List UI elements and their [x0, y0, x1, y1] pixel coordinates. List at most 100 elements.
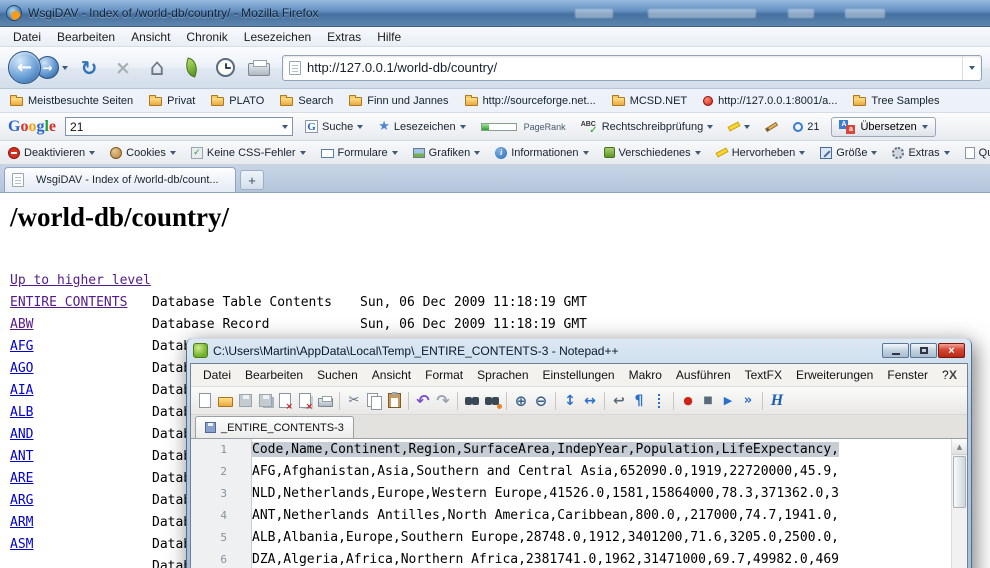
undo-icon[interactable]: ↶	[414, 392, 432, 410]
npp-menu-suchen[interactable]: Suchen	[311, 366, 364, 384]
webdev-hervorheben[interactable]: Hervorheben	[716, 147, 806, 159]
entry-link[interactable]: ABW	[10, 317, 33, 332]
save-all-icon[interactable]	[256, 392, 274, 410]
webdev-deaktivieren[interactable]: Deaktivieren	[8, 147, 95, 159]
close-button[interactable]: ×	[938, 343, 965, 358]
cut-icon[interactable]: ✂	[345, 392, 363, 410]
highlighter-button[interactable]	[725, 122, 753, 131]
npp-menu-sprachen[interactable]: Sprachen	[471, 366, 534, 384]
webdev-cookies[interactable]: Cookies	[110, 147, 176, 159]
close-file-icon[interactable]	[276, 392, 294, 410]
entry-link[interactable]: AND	[10, 427, 33, 442]
tab-wsgidav[interactable]: WsgiDAV - Index of /world-db/count...	[4, 167, 236, 192]
menu-lesezeichen[interactable]: Lesezeichen	[237, 28, 318, 46]
npp-menu-textfx[interactable]: TextFX	[739, 366, 788, 384]
npp-menu-ansicht[interactable]: Ansicht	[366, 366, 417, 384]
play-macro-icon[interactable]: ▶	[719, 392, 737, 410]
webdev-extras[interactable]: Extras	[892, 147, 949, 159]
print-icon[interactable]	[316, 392, 334, 410]
bookmark-tree-samples[interactable]: Tree Samples	[853, 95, 939, 107]
npp-menu-makro[interactable]: Makro	[623, 366, 668, 384]
google-search-value[interactable]: 21	[70, 120, 282, 134]
sync-horizontal-scroll-icon[interactable]: ↔	[581, 392, 599, 410]
pagerank-widget[interactable]: PageRank	[478, 120, 569, 134]
firefox-titlebar[interactable]: WsgiDAV - Index of /world-db/country/ - …	[0, 0, 990, 27]
npp-menu-einstellungen[interactable]: Einstellungen	[537, 366, 621, 384]
webdev-grafiken[interactable]: Grafiken	[413, 147, 481, 159]
webdev-quelltext[interactable]: Quelltext	[965, 147, 990, 159]
google-bookmarks-button[interactable]: ★Lesezeichen	[375, 117, 468, 136]
bookmark-sourceforge[interactable]: http://sourceforge.net...	[465, 95, 596, 107]
bookmark-search[interactable]: Search	[280, 95, 333, 107]
menu-extras[interactable]: Extras	[320, 28, 368, 46]
npp-menu-erweiterungen[interactable]: Erweiterungen	[790, 366, 879, 384]
menu-chronik[interactable]: Chronik	[179, 28, 234, 46]
notepad-editor[interactable]: 1Code,Name,Continent,Region,SurfaceArea,…	[191, 439, 967, 568]
menu-hilfe[interactable]: Hilfe	[370, 28, 408, 46]
entry-link[interactable]: ENTIRE CONTENTS	[10, 295, 127, 310]
search-dropdown-icon[interactable]	[282, 125, 288, 129]
webdev-groesse[interactable]: Größe	[820, 147, 877, 159]
find-icon[interactable]	[463, 392, 481, 410]
up-to-higher-level-link[interactable]: Up to higher level	[10, 273, 151, 288]
entry-link[interactable]: ALB	[10, 405, 33, 420]
spellcheck-button[interactable]: ABC✓Rechtschreibprüfung	[578, 118, 717, 136]
history-dropdown-icon[interactable]	[62, 66, 68, 70]
maximize-button[interactable]	[910, 343, 937, 358]
zoom-out-icon[interactable]: ⊖	[532, 392, 550, 410]
reload-button[interactable]: ↻	[76, 55, 102, 81]
webdev-informationen[interactable]: iInformationen	[495, 147, 588, 159]
minimize-button[interactable]	[882, 343, 909, 358]
npp-menu-ausfuehren[interactable]: Ausführen	[670, 366, 737, 384]
notepad-titlebar[interactable]: C:\Users\Martin\AppData\Local\Temp\_ENTI…	[190, 338, 968, 363]
google-search-box[interactable]: 21	[65, 117, 293, 136]
history-clock-button[interactable]	[212, 55, 238, 81]
npp-menu-bearbeiten[interactable]: Bearbeiten	[239, 366, 309, 384]
webdev-formulare[interactable]: Formulare	[321, 147, 398, 159]
autofill-pencil-button[interactable]	[762, 123, 781, 131]
record-macro-icon[interactable]: ●	[679, 392, 697, 410]
word-wrap-icon[interactable]: ↩	[610, 392, 628, 410]
paste-icon[interactable]	[385, 392, 403, 410]
menu-ansicht[interactable]: Ansicht	[124, 28, 177, 46]
editor-scrollbar[interactable]: ▲	[951, 439, 967, 568]
show-all-characters-icon[interactable]: ¶	[630, 392, 648, 410]
npp-menu-format[interactable]: Format	[419, 366, 469, 384]
feather-addon-button[interactable]	[178, 55, 204, 81]
url-text[interactable]: http://127.0.0.1/world-db/country/	[307, 60, 962, 75]
redo-icon[interactable]: ↷	[434, 392, 452, 410]
npp-menu-close-x[interactable]: X	[949, 368, 957, 382]
google-search-button[interactable]: GSuche	[302, 118, 366, 135]
stop-macro-icon[interactable]: ■	[699, 392, 717, 410]
translate-button[interactable]: AaÜbersetzen	[831, 117, 935, 137]
scrollbar-thumb[interactable]	[953, 456, 966, 508]
home-button[interactable]: ⌂	[144, 55, 170, 81]
replace-icon[interactable]	[483, 392, 501, 410]
bookmark-meistbesuchte-seiten[interactable]: Meistbesuchte Seiten	[10, 95, 133, 107]
entry-link[interactable]: ARE	[10, 471, 33, 486]
save-icon[interactable]	[236, 392, 254, 410]
sync-vertical-scroll-icon[interactable]: ↕	[561, 392, 579, 410]
close-all-icon[interactable]	[296, 392, 314, 410]
menu-bearbeiten[interactable]: Bearbeiten	[50, 28, 122, 46]
entry-link[interactable]: AIA	[10, 383, 33, 398]
entry-link[interactable]: AGO	[10, 361, 33, 376]
entry-link[interactable]: AFG	[10, 339, 33, 354]
url-bar[interactable]: http://127.0.0.1/world-db/country/	[282, 55, 982, 81]
entry-link[interactable]: ASM	[10, 537, 33, 552]
webdev-verschiedenes[interactable]: Verschiedenes	[604, 147, 701, 159]
bookmark-privat[interactable]: Privat	[149, 95, 195, 107]
bookmark-localhost-8001[interactable]: http://127.0.0.1:8001/a...	[703, 95, 837, 107]
webdev-css[interactable]: ✓Keine CSS-Fehler	[191, 147, 306, 159]
back-button[interactable]: ←	[8, 51, 41, 84]
open-file-icon[interactable]	[216, 392, 234, 410]
npp-menu-fenster[interactable]: Fenster	[881, 366, 934, 384]
menu-datei[interactable]: Datei	[6, 28, 48, 46]
new-file-icon[interactable]	[196, 392, 214, 410]
url-history-dropdown-button[interactable]	[962, 56, 981, 80]
bookmark-mcsd-net[interactable]: MCSD.NET	[612, 95, 687, 107]
copy-icon[interactable]	[365, 392, 383, 410]
html-preview-icon[interactable]: H	[768, 392, 786, 410]
new-tab-button[interactable]: +	[240, 170, 264, 190]
bookmark-finn-und-jannes[interactable]: Finn und Jannes	[349, 95, 448, 107]
